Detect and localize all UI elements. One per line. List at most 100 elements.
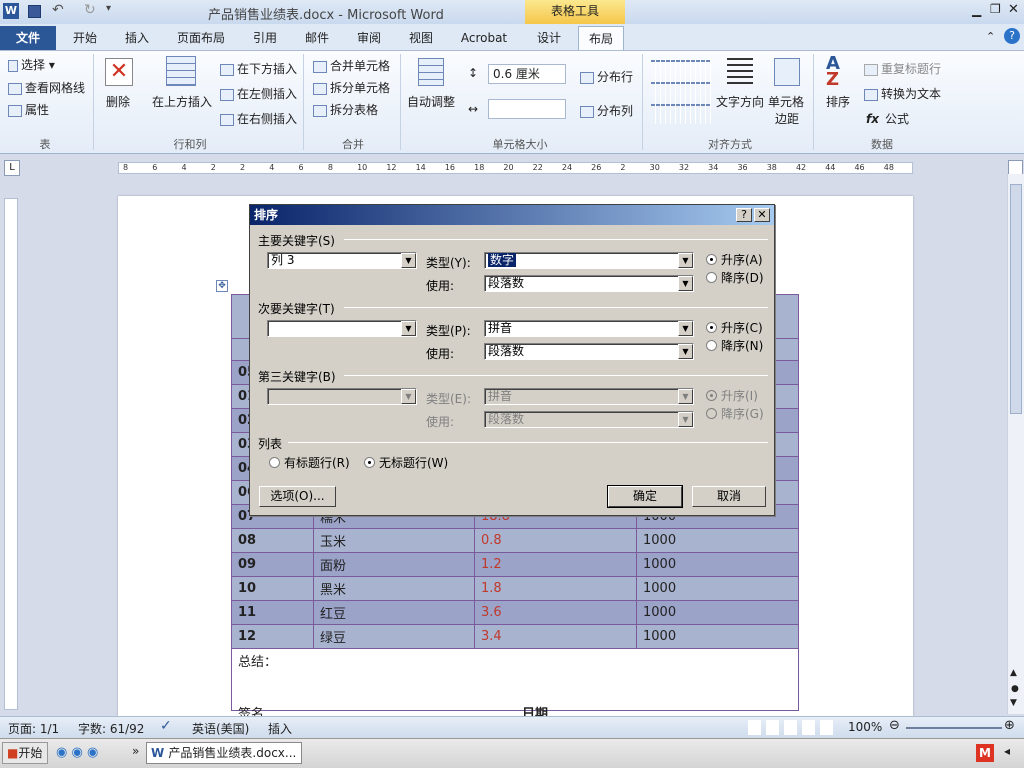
primary-asc-radio[interactable]: 升序(A) [706,251,763,268]
name-cell[interactable]: 红豆 [313,600,475,625]
delete-icon[interactable]: ✕ [105,58,133,86]
split-table-button[interactable]: 拆分表格 [313,101,378,118]
quicklaunch-more-icon[interactable]: » [132,744,139,758]
id-cell[interactable]: 09 [231,552,314,577]
date-label[interactable]: 日期 [522,706,548,716]
ok-button[interactable]: 确定 [607,485,683,508]
row-height-input[interactable]: 0.6 厘米 [488,64,566,84]
convert-to-text-button[interactable]: 转换为文本 [864,85,941,102]
primary-desc-radio[interactable]: 降序(D) [706,269,764,286]
autofit-button[interactable]: 自动调整 [407,93,455,110]
price-cell[interactable]: 1.2 [474,552,637,577]
insert-below-button[interactable]: 在下方插入 [220,60,297,77]
autofit-icon[interactable] [418,58,444,86]
view-ruler-icon[interactable] [1008,160,1023,175]
table-row[interactable]: 09 面粉 1.2 1000 [231,552,799,577]
qty-cell[interactable]: 1000 [636,576,799,601]
insert-left-button[interactable]: 在左侧插入 [220,85,297,102]
id-cell[interactable]: 10 [231,576,314,601]
dialog-help-button[interactable]: ? [736,208,752,222]
sort-button[interactable]: 排序 [826,93,850,110]
align-buttons-grid[interactable] [651,60,711,124]
horizontal-ruler[interactable]: 8 6 4 2 2 4 6 8 10 12 14 16 18 20 22 24 26 2 30 32 34 36 38 42 4… [118,162,913,174]
tab-home[interactable]: 开始 [62,26,108,50]
text-direction-icon[interactable] [727,58,753,86]
primary-type-select[interactable]: 数字 ▼ [484,252,694,269]
name-cell[interactable]: 绿豆 [313,624,475,649]
qty-cell[interactable]: 1000 [636,600,799,625]
table-move-handle[interactable]: ✥ [216,280,228,292]
cancel-button[interactable]: 取消 [692,486,766,507]
next-page-icon[interactable]: ▼ [1010,698,1017,708]
taskbar-item-word[interactable]: W 产品销售业绩表.docx... [146,742,302,764]
tab-insert[interactable]: 插入 [114,26,160,50]
scroll-thumb[interactable] [1010,184,1022,414]
tab-layout[interactable]: 布局 [578,26,624,50]
quicklaunch-icons[interactable]: ◉ ◉ ◉ [56,745,98,760]
restore-icon[interactable]: ❐ [990,2,1001,16]
merge-cells-button[interactable]: 合并单元格 [313,57,390,74]
sort-icon[interactable]: AZ [826,55,840,89]
cell-margins-button[interactable]: 单元格 [768,93,804,110]
tab-view[interactable]: 视图 [398,26,444,50]
name-cell[interactable]: 玉米 [313,528,475,553]
view-gridlines-button[interactable]: 查看网格线 [8,79,85,96]
close-window-icon[interactable]: ✕ [1008,2,1019,17]
table-row[interactable]: 10 黑米 1.8 1000 [231,576,799,601]
col-width-input[interactable] [488,99,566,119]
insert-right-button[interactable]: 在右侧插入 [220,110,297,127]
summary-row[interactable]: 总结： [231,648,799,711]
tab-references[interactable]: 引用 [242,26,288,50]
view-buttons[interactable] [748,720,836,735]
help-icon[interactable]: ? [1004,28,1020,44]
secondary-desc-radio[interactable]: 降序(N) [706,337,763,354]
price-cell[interactable]: 3.6 [474,600,637,625]
save-icon[interactable] [28,5,41,18]
table-row[interactable]: 11 红豆 3.6 1000 [231,600,799,625]
name-cell[interactable]: 面粉 [313,552,475,577]
language[interactable]: 英语(美国) [192,720,249,737]
word-count[interactable]: 字数: 61/92 [78,720,144,737]
zoom-out-icon[interactable]: ⊖ [889,718,900,733]
summary-cell[interactable]: 总结： [231,648,799,711]
vertical-ruler[interactable] [4,198,18,710]
price-cell[interactable]: 0.8 [474,528,637,553]
table-row[interactable]: 08 玉米 0.8 1000 [231,528,799,553]
properties-button[interactable]: 属性 [8,101,49,118]
word-app-icon[interactable]: W [3,3,19,19]
prev-page-icon[interactable]: ▲ [1010,668,1017,678]
id-cell[interactable]: 12 [231,624,314,649]
cell-margins-icon[interactable] [774,58,800,86]
minimize-ribbon-icon[interactable]: ⌃ [986,30,995,43]
redo-icon[interactable]: ↻ [84,2,96,18]
tab-file[interactable]: 文件 [0,26,56,50]
zoom-slider[interactable] [906,727,1002,729]
distribute-cols-button[interactable]: 分布列 [580,102,633,119]
customize-toolbar-icon[interactable]: ▾ [106,3,111,14]
tab-mailings[interactable]: 邮件 [294,26,340,50]
dialog-close-button[interactable]: ✕ [754,208,770,222]
select-button[interactable]: 选择 ▾ [8,56,55,73]
formula-button[interactable]: fx 公式 [866,110,909,127]
minimize-icon[interactable]: ▁ [972,3,981,17]
secondary-type-select[interactable]: 拼音 ▼ [484,320,694,337]
price-cell[interactable]: 3.4 [474,624,637,649]
qty-cell[interactable]: 1000 [636,528,799,553]
secondary-key-select[interactable]: ▼ [267,320,417,337]
insert-mode[interactable]: 插入 [268,720,292,737]
split-cells-button[interactable]: 拆分单元格 [313,79,390,96]
qty-cell[interactable]: 1000 [636,552,799,577]
vertical-scrollbar[interactable]: ▲ ● ▼ [1007,174,1024,714]
id-cell[interactable]: 08 [231,528,314,553]
options-button[interactable]: 选项(O)... [259,486,336,507]
text-direction-button[interactable]: 文字方向 [716,93,764,110]
tab-page-layout[interactable]: 页面布局 [168,26,234,50]
has-header-radio[interactable]: 有标题行(R) [269,454,350,471]
name-cell[interactable]: 黑米 [313,576,475,601]
tab-acrobat[interactable]: Acrobat [452,26,516,50]
tray-volume-icon[interactable]: ◂ [1004,744,1010,758]
distribute-rows-button[interactable]: 分布行 [580,68,633,85]
qty-cell[interactable]: 1000 [636,624,799,649]
signature-label[interactable]: 签名 [238,706,264,716]
start-button[interactable]: ■开始 [2,742,48,764]
